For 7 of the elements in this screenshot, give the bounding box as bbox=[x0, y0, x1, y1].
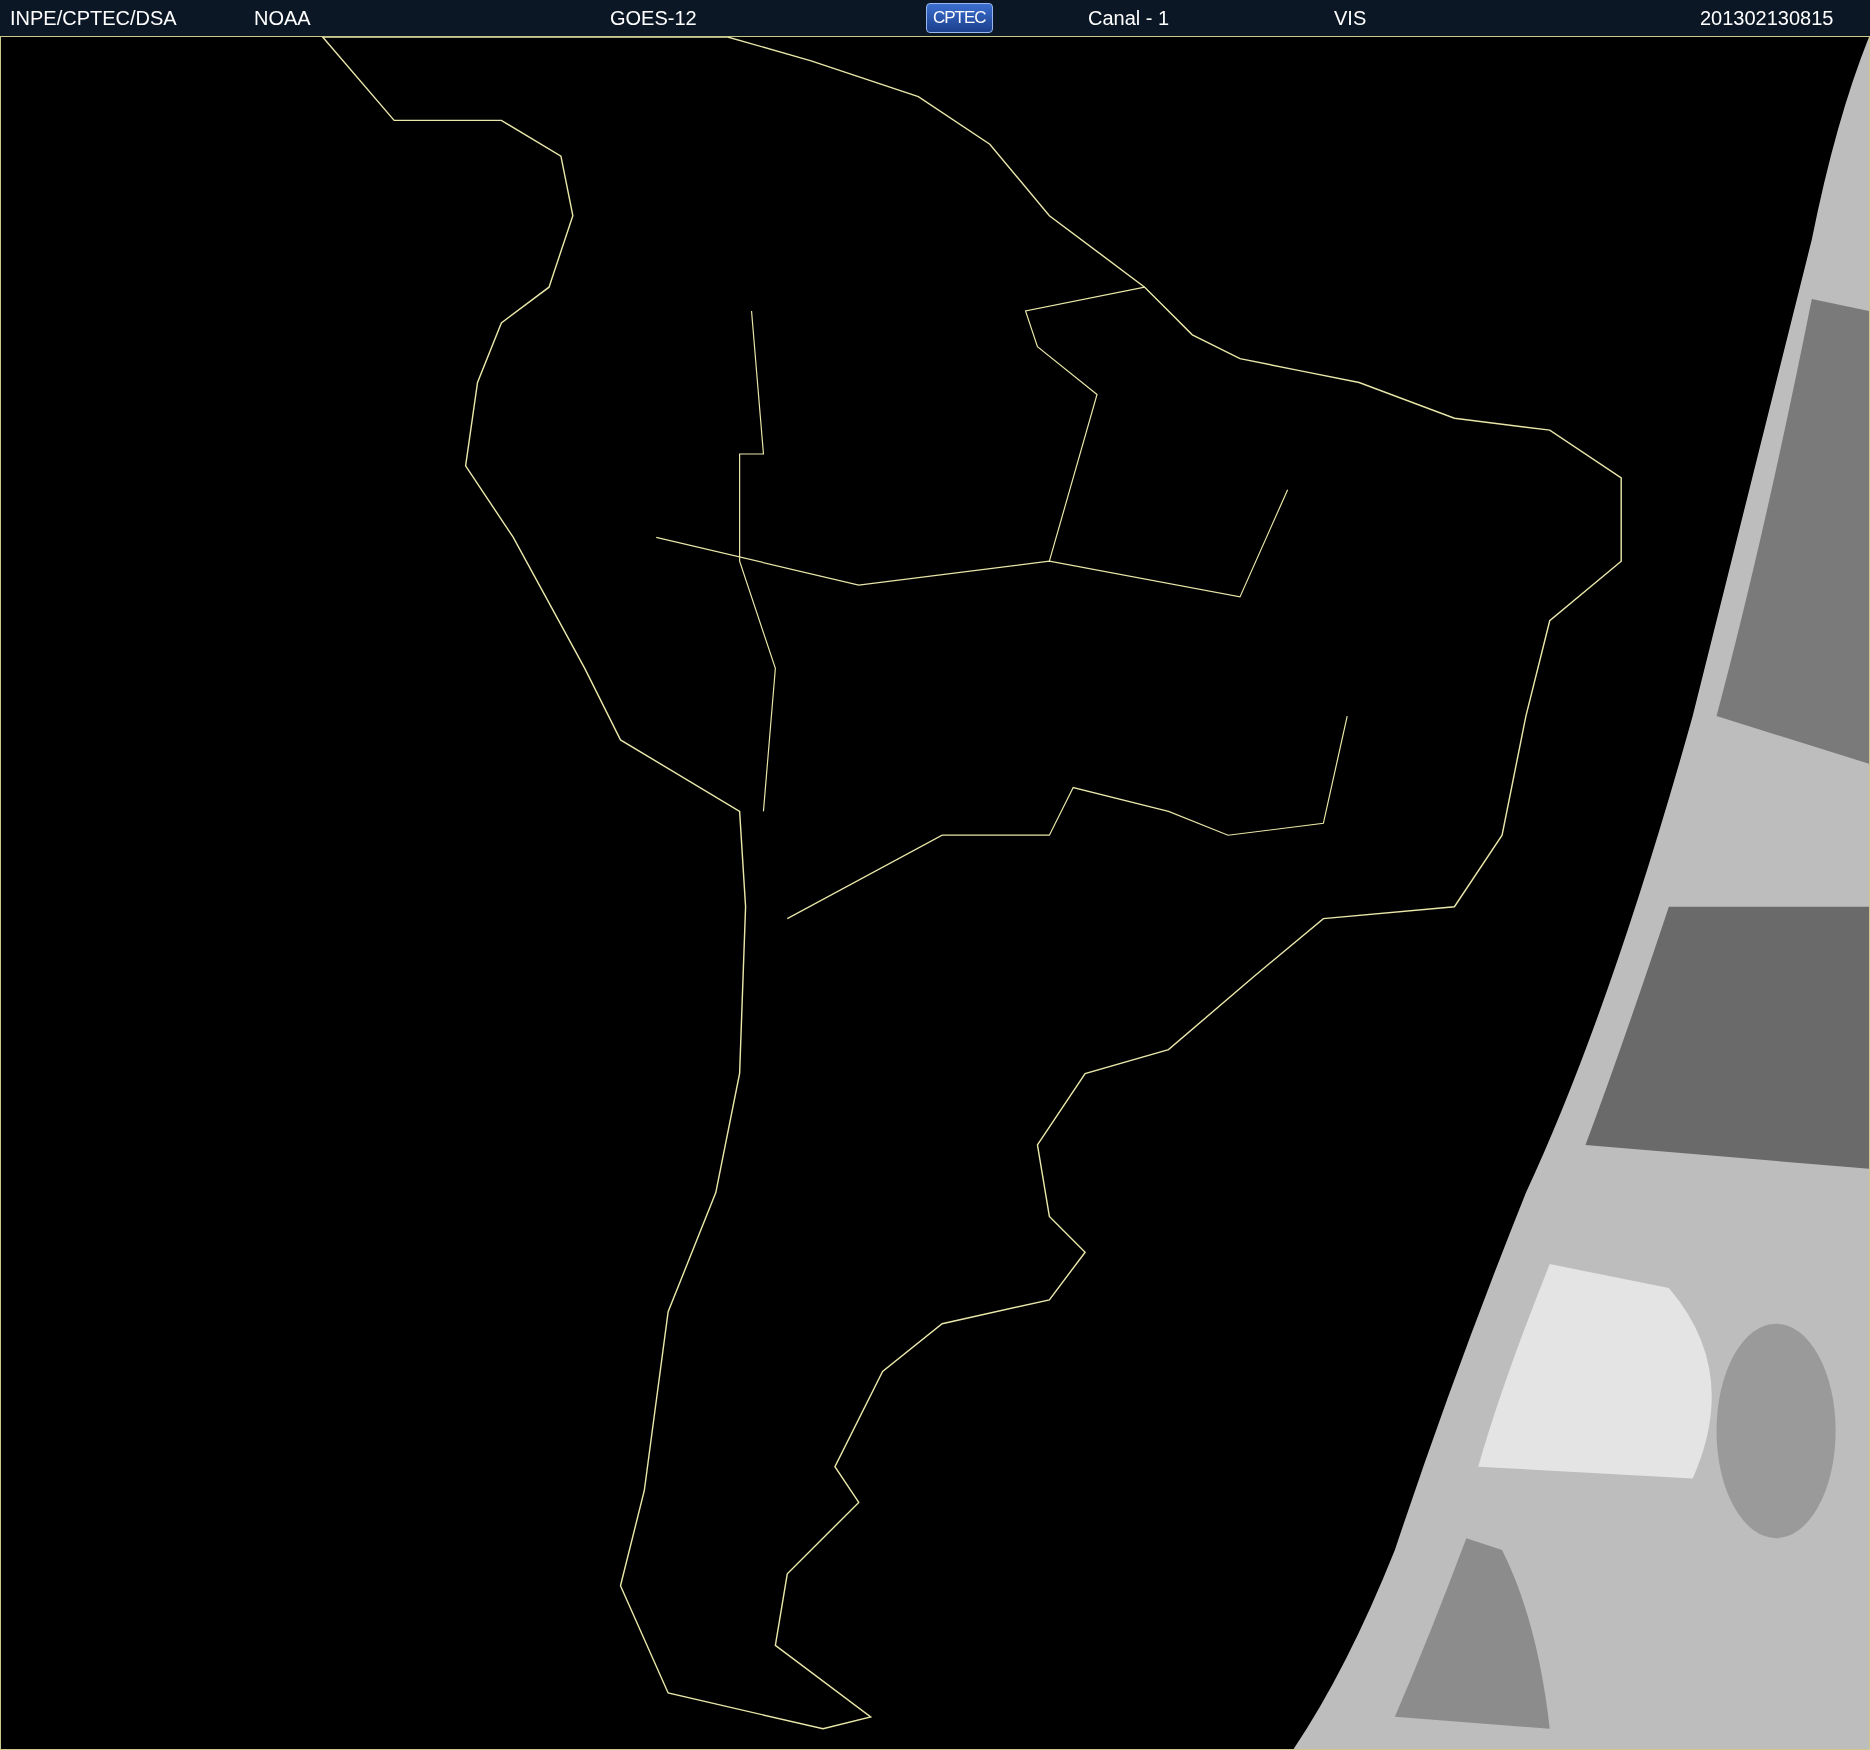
header-label: VIS bbox=[1334, 6, 1367, 30]
header-label: NOAA bbox=[254, 6, 311, 30]
header-label: INPE/CPTEC/DSA bbox=[10, 6, 177, 30]
header-label: GOES-12 bbox=[610, 6, 697, 30]
header-label: 201302130815 bbox=[1700, 6, 1834, 30]
logo: CPTEC bbox=[926, 3, 993, 33]
header-label: Canal - 1 bbox=[1088, 6, 1170, 30]
